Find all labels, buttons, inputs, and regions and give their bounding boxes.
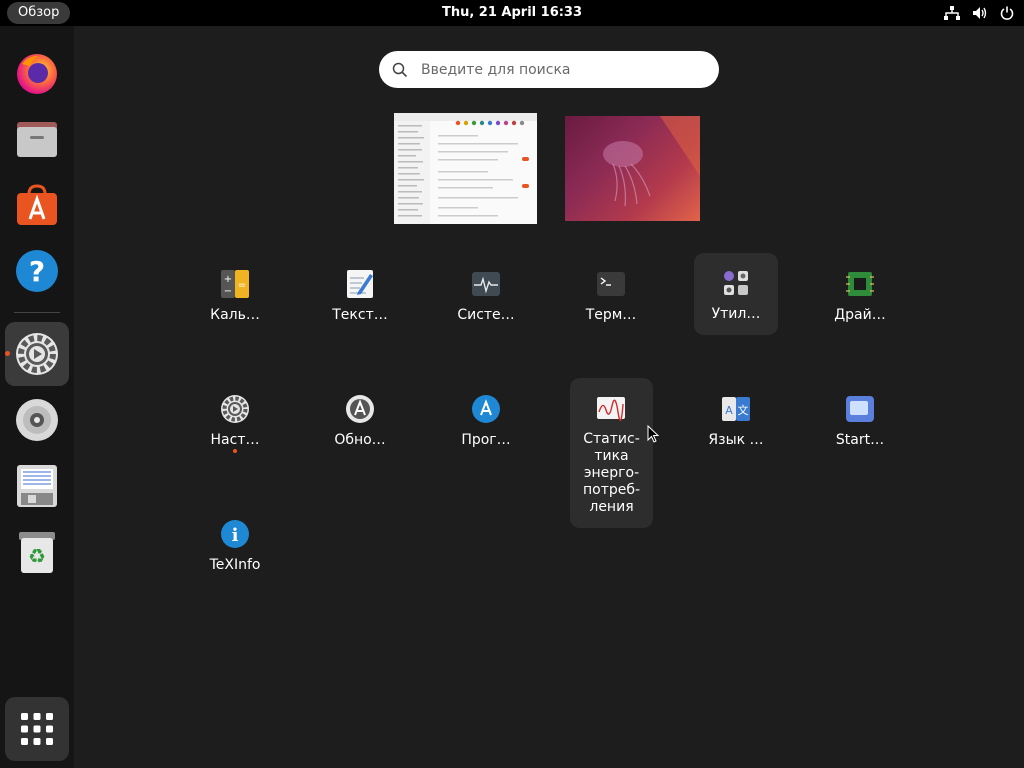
dock-item-firefox[interactable] [5, 41, 69, 105]
dock-separator [14, 312, 60, 313]
help-icon: ? [16, 250, 58, 292]
app-label: Наст… [210, 432, 260, 448]
mouse-cursor-icon [647, 425, 660, 443]
dock-item-trash[interactable]: ♻ [5, 520, 69, 584]
svg-text:A: A [725, 404, 733, 417]
app-label: Статис- тика энерго- потреб- ления [582, 431, 641, 515]
svg-text:文: 文 [738, 403, 749, 417]
network-icon[interactable] [944, 6, 960, 20]
app-folder-utilities[interactable]: Утил… [694, 253, 778, 335]
app-calculator[interactable]: + − = Каль… [193, 254, 277, 336]
search-input[interactable] [421, 51, 701, 88]
chip-icon [846, 272, 874, 296]
utilities-folder-icon [724, 271, 748, 295]
power-statistics-icon [597, 397, 625, 421]
settings-icon [16, 333, 58, 375]
power-icon[interactable] [1000, 6, 1014, 20]
show-apps-button[interactable] [5, 697, 69, 761]
running-indicator [233, 449, 237, 453]
search-icon [392, 62, 408, 78]
app-language-support[interactable]: A 文 Язык … [694, 379, 778, 461]
app-label: Текст… [332, 307, 388, 323]
app-text-editor[interactable]: Текст… [318, 254, 402, 336]
workspace-thumbnail-2[interactable] [565, 116, 700, 221]
app-label: Start… [835, 432, 885, 448]
svg-text:♻: ♻ [28, 544, 46, 568]
dock-item-settings[interactable] [5, 322, 69, 386]
language-icon: A 文 [722, 397, 750, 421]
system-monitor-icon [472, 272, 500, 296]
app-software-properties[interactable]: Прог… [444, 379, 528, 461]
app-power-statistics[interactable]: Статис- тика энерго- потреб- ления [570, 378, 653, 528]
top-bar: Thu, 21 April 16:33 Обзор [0, 0, 1024, 26]
grid-icon [21, 713, 53, 745]
app-label: Терм… [585, 307, 637, 323]
clock[interactable]: Thu, 21 April 16:33 [0, 0, 1024, 26]
workspace-thumbnail-1[interactable] [394, 113, 537, 224]
dock-item-disc[interactable] [5, 388, 69, 452]
dock-item-text-editor[interactable] [5, 454, 69, 518]
svg-text:?: ? [29, 255, 45, 288]
app-settings[interactable]: Наст… [193, 379, 277, 461]
svg-text:=: = [238, 280, 246, 291]
terminal-icon [597, 272, 625, 296]
info-icon: i [221, 520, 249, 548]
dock: ? ♻ [0, 26, 74, 768]
app-software-updater[interactable]: Обно… [318, 379, 402, 461]
calculator-icon: + − = [221, 270, 249, 298]
app-label: Язык … [708, 432, 764, 448]
app-label: Прог… [461, 432, 511, 448]
settings-icon [221, 395, 249, 423]
trash-icon: ♻ [19, 532, 55, 573]
disc-icon [16, 399, 58, 441]
app-center-icon [17, 184, 57, 225]
app-startup-disk-creator[interactable]: Start… [818, 379, 902, 461]
firefox-icon [17, 54, 57, 94]
text-editor-icon [347, 270, 373, 298]
app-label: Обно… [334, 432, 386, 448]
software-icon [472, 395, 500, 423]
app-label: TeXInfo [209, 557, 261, 573]
app-label: Утил… [711, 306, 761, 322]
updater-icon [346, 395, 374, 423]
dock-item-app-center[interactable] [5, 173, 69, 237]
app-label: Систе… [457, 307, 515, 323]
dock-item-files[interactable] [5, 107, 69, 171]
svg-text:i: i [232, 525, 239, 546]
system-tray[interactable] [944, 4, 1014, 22]
dock-item-help[interactable]: ? [5, 239, 69, 303]
text-editor-icon [17, 465, 57, 507]
jellyfish-wallpaper [603, 116, 700, 207]
settings-window-thumbnail [394, 113, 537, 224]
app-texinfo[interactable]: i TeXInfo [193, 504, 277, 586]
app-label: Драй… [834, 307, 886, 323]
startup-disk-icon [846, 396, 874, 422]
running-indicator [5, 351, 10, 356]
app-label: Каль… [210, 307, 260, 323]
app-terminal[interactable]: Терм… [569, 254, 653, 336]
activities-button[interactable]: Обзор [7, 2, 71, 24]
svg-text:−: − [224, 286, 232, 297]
app-drivers[interactable]: Драй… [818, 254, 902, 336]
app-system-monitor[interactable]: Систе… [444, 254, 528, 336]
volume-icon[interactable] [972, 6, 988, 20]
files-icon [17, 122, 57, 157]
svg-text:+: + [224, 274, 232, 285]
search-bar[interactable] [379, 51, 719, 88]
